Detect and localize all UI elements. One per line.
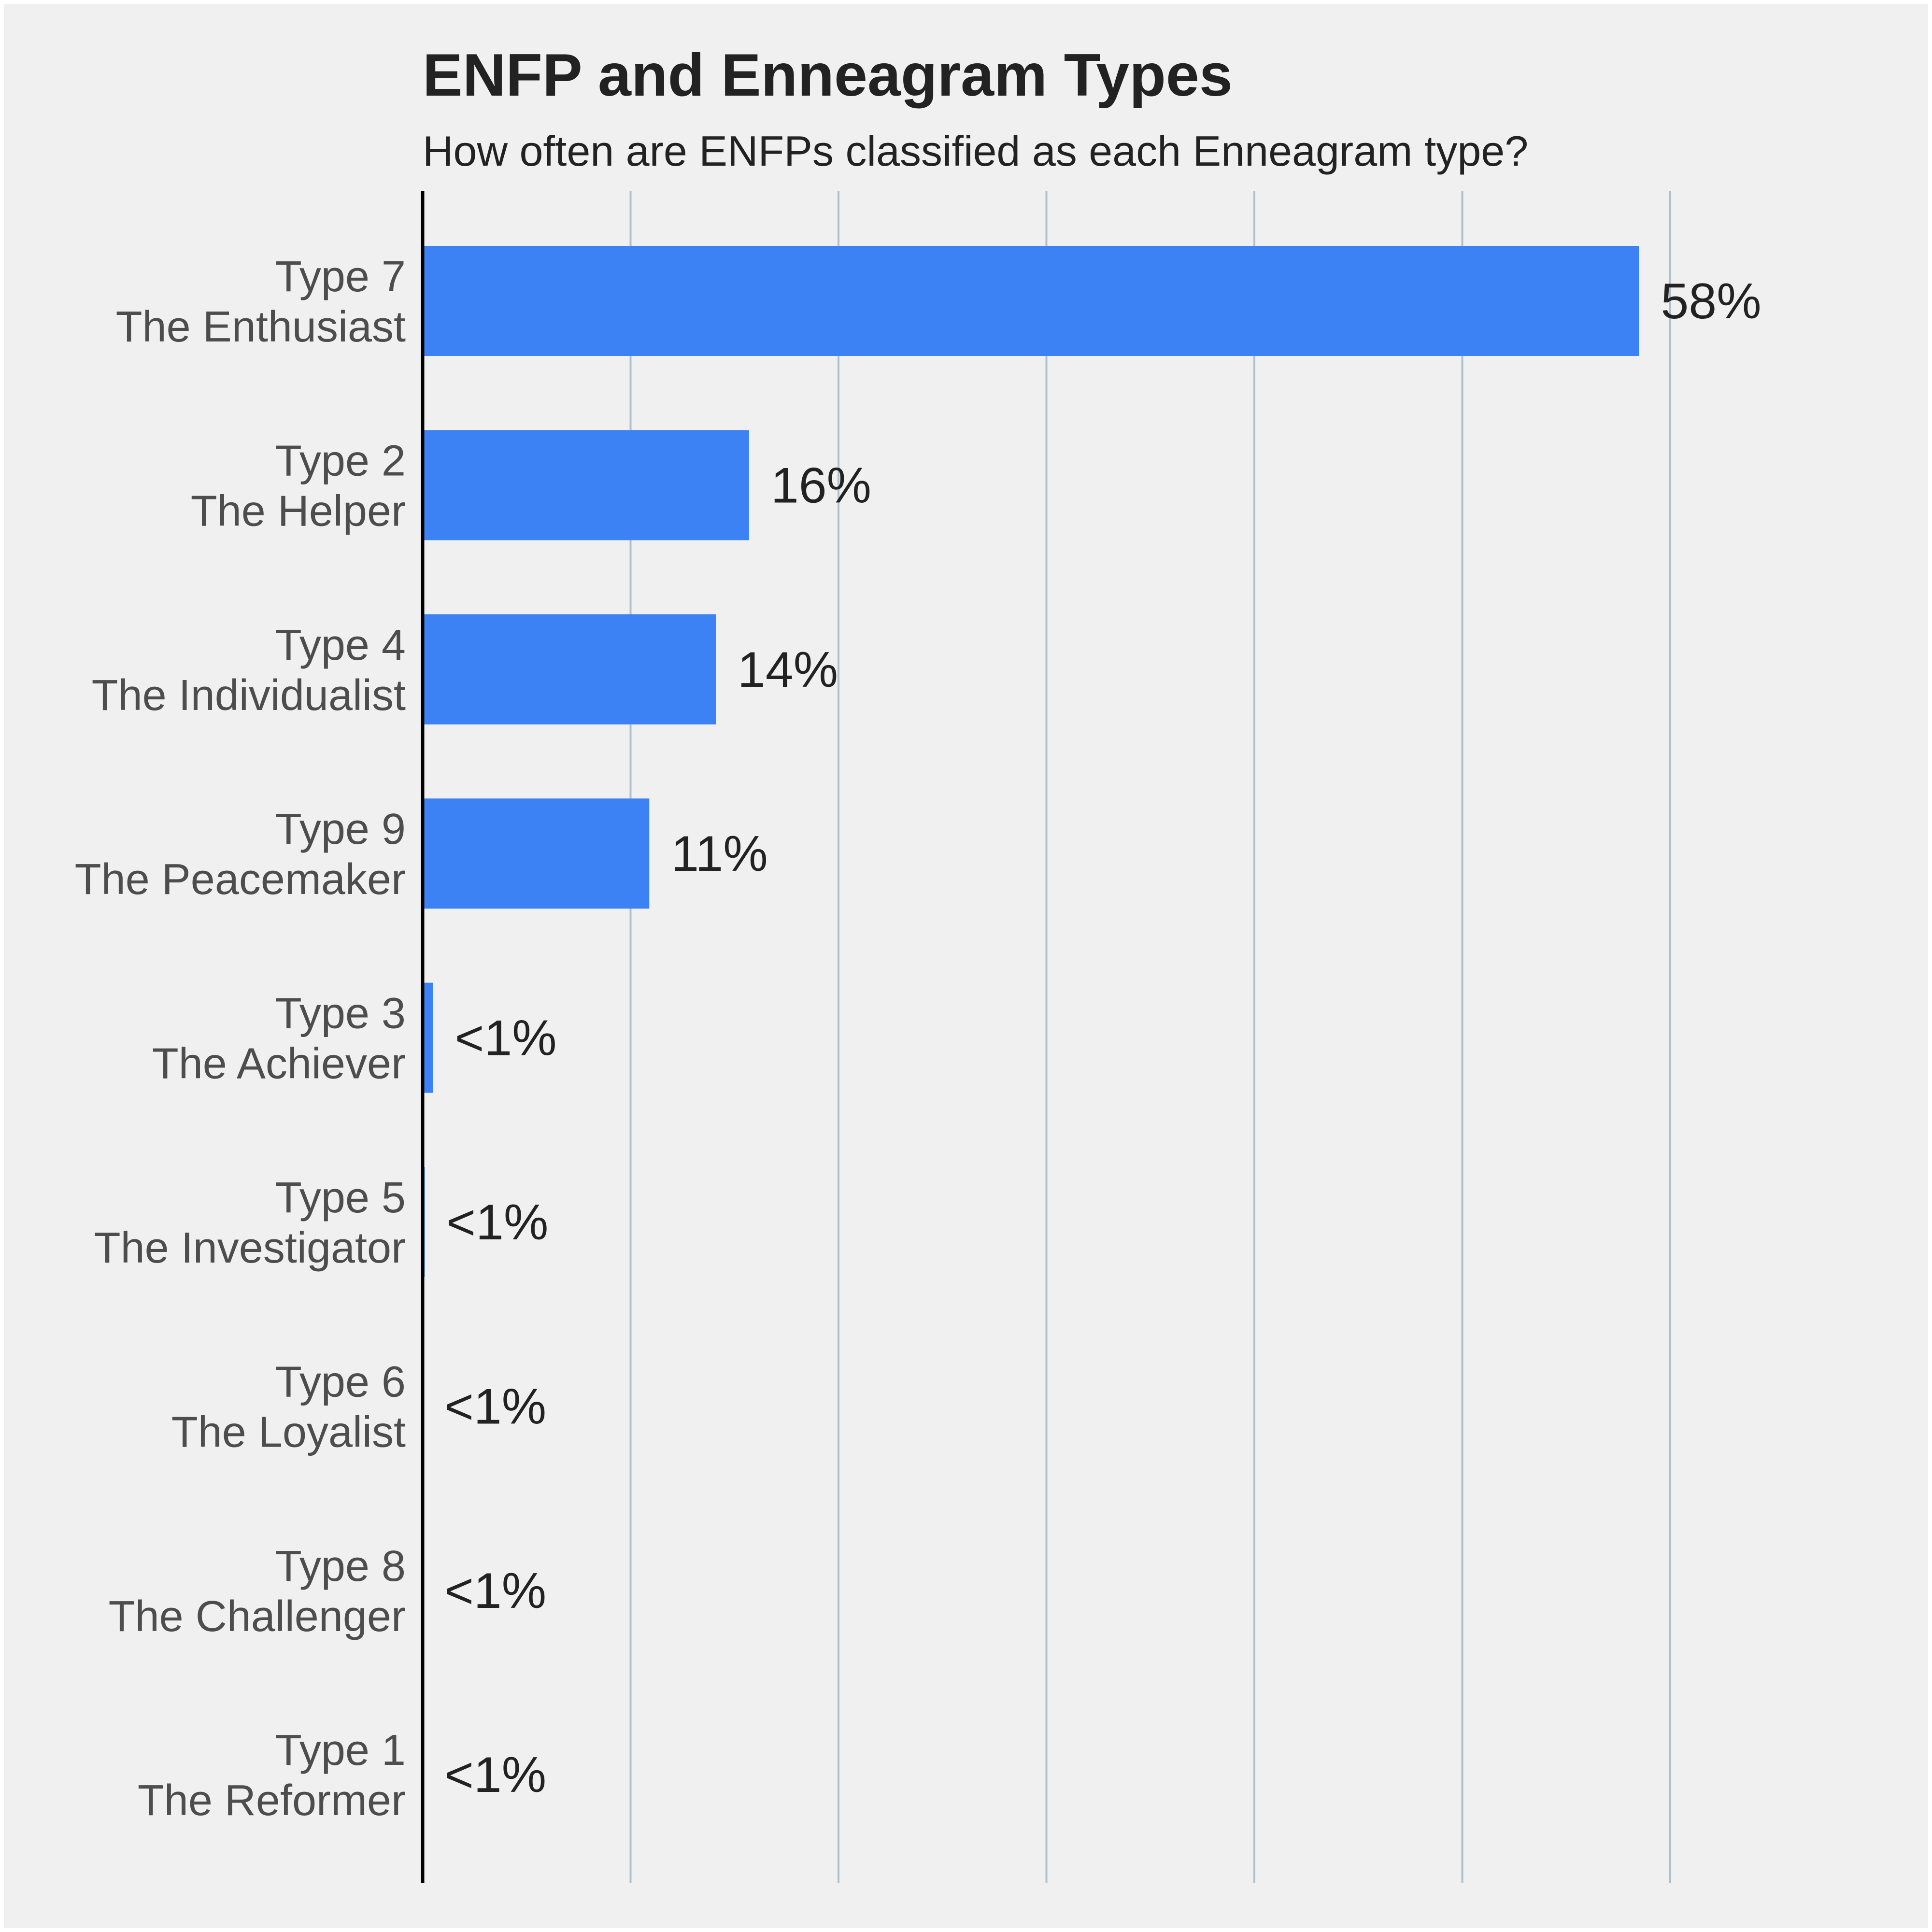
value-label: 14% <box>738 642 838 698</box>
value-label: 58% <box>1661 273 1761 329</box>
category-label-type: Type 4 <box>275 621 406 669</box>
gridlines <box>629 191 1671 1883</box>
category-label-type: Type 8 <box>275 1542 406 1591</box>
bar-type-2 <box>423 430 749 540</box>
value-label: <1% <box>455 1010 557 1066</box>
category-labels: Type 7The Enthusiast Type 2The Helper Type… <box>75 253 406 1825</box>
chart-background: ENFP and Enneagram Types How often are E… <box>4 4 1928 1928</box>
bar-chart: ENFP and Enneagram Types How often are E… <box>75 42 1762 1883</box>
bar-type-9 <box>423 798 650 909</box>
category-label-name: The Loyalist <box>171 1408 406 1456</box>
category-label-type: Type 6 <box>275 1358 406 1406</box>
category-label-name: The Challenger <box>109 1592 406 1641</box>
category-label-name: The Individualist <box>92 671 406 720</box>
category-label-name: The Achiever <box>152 1040 406 1088</box>
bars <box>423 246 1639 1277</box>
category-label-type: Type 1 <box>275 1726 406 1775</box>
value-label: 16% <box>771 457 871 513</box>
category-label-type: Type 5 <box>275 1174 406 1222</box>
bar-type-4 <box>423 614 716 724</box>
category-label-name: The Helper <box>191 487 406 535</box>
category-label-name: The Peacemaker <box>75 855 406 904</box>
category-label-name: The Reformer <box>138 1776 406 1825</box>
value-label: <1% <box>444 1747 546 1803</box>
value-label: <1% <box>444 1563 546 1619</box>
category-label-type: Type 2 <box>275 437 406 485</box>
chart-title: ENFP and Enneagram Types <box>423 42 1233 109</box>
value-label: 11% <box>671 826 767 882</box>
value-label: <1% <box>444 1378 546 1435</box>
bar-type-7 <box>423 246 1639 356</box>
category-label-type: Type 9 <box>275 805 406 853</box>
category-label-type: Type 3 <box>275 990 406 1038</box>
category-label-name: The Investigator <box>94 1224 406 1272</box>
category-label-type: Type 7 <box>275 253 406 301</box>
value-label: <1% <box>446 1194 548 1250</box>
chart-subtitle: How often are ENFPs classified as each E… <box>423 127 1528 175</box>
category-label-name: The Enthusiast <box>116 303 406 351</box>
